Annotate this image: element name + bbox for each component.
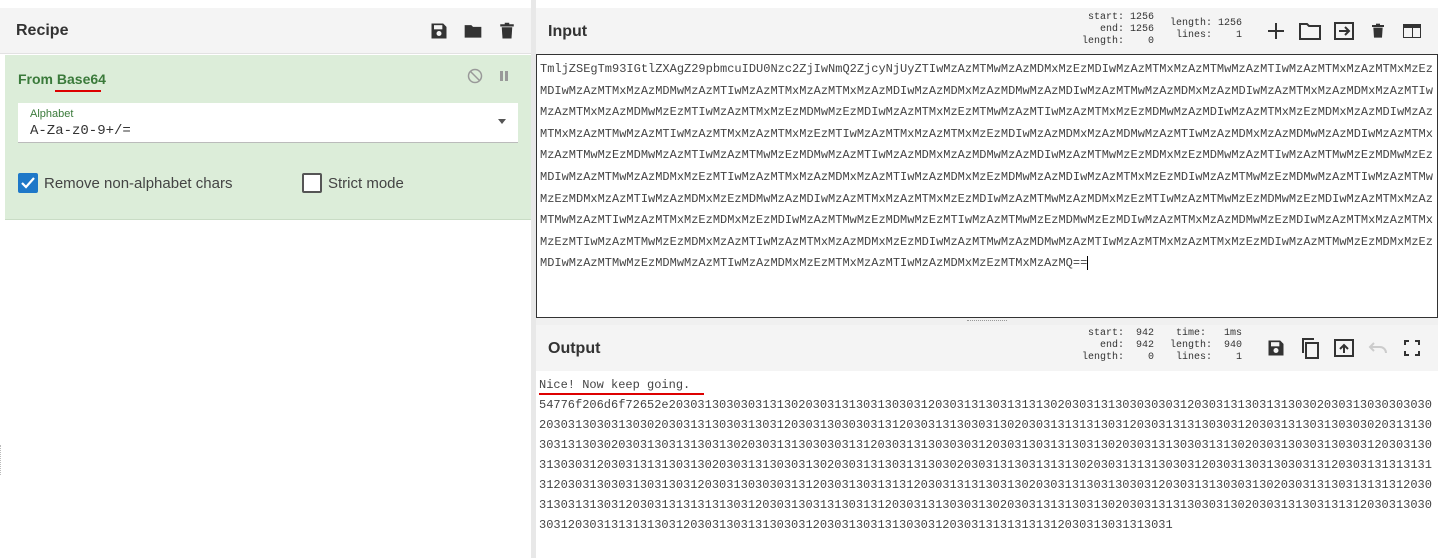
copy-output-icon[interactable] <box>1298 336 1322 360</box>
splitter-grip[interactable] <box>967 320 1007 321</box>
strict-mode-checkbox[interactable]: Strict mode <box>302 173 404 193</box>
output-length: 940 <box>1223 340 1242 351</box>
checkbox-unchecked-icon[interactable] <box>302 173 322 193</box>
stat-label: lines: <box>1175 352 1212 363</box>
output-line-hex: 54776f206d6f72652e2030313030303131302030… <box>539 398 1432 532</box>
input-lines: 1 <box>1235 30 1242 41</box>
io-panel: Input start: 1256 end: 1256 length: 0 le… <box>536 0 1438 558</box>
annotation-underline <box>539 393 704 395</box>
input-title: Input <box>548 23 588 40</box>
stat-label: end: <box>1099 340 1124 351</box>
input-text: TmljZSEgTm93IGtlZXAgZ29pbmcuIDU0Nzc2ZjIw… <box>540 62 1433 271</box>
stat-label: length: <box>1081 352 1124 363</box>
input-start: 1256 <box>1129 12 1154 23</box>
stat-label: length: <box>1169 340 1212 351</box>
strict-mode-label: Strict mode <box>328 174 404 192</box>
load-recipe-folder-icon[interactable] <box>462 20 484 42</box>
chevron-down-icon <box>498 119 506 124</box>
output-toolbar <box>1264 336 1424 360</box>
replace-input-icon[interactable] <box>1332 336 1356 360</box>
recipe-header: Recipe <box>0 8 531 54</box>
input-selection-stats: start: 1256 end: 1256 length: 0 <box>1081 12 1154 48</box>
disable-operation-icon[interactable] <box>467 68 483 89</box>
recipe-header-icons <box>428 20 518 42</box>
stat-label: time: <box>1175 328 1206 339</box>
resize-grip[interactable] <box>0 445 4 475</box>
input-header: Input start: 1256 end: 1256 length: 0 le… <box>536 8 1438 54</box>
clear-recipe-trash-icon[interactable] <box>496 20 518 42</box>
undo-icon <box>1366 336 1390 360</box>
stat-label: lines: <box>1175 30 1212 41</box>
output-line-decoded: Nice! Now keep going. <box>539 378 691 392</box>
add-tab-plus-icon[interactable] <box>1264 19 1288 43</box>
output-selection-stats: start: 942 end: 942 length: 0 <box>1081 328 1154 364</box>
alphabet-select[interactable]: Alphabet A-Za-z0-9+/= <box>18 103 518 143</box>
open-file-icon[interactable] <box>1332 19 1356 43</box>
clear-input-trash-icon[interactable] <box>1366 19 1390 43</box>
open-folder-icon[interactable] <box>1298 19 1322 43</box>
output-start: 942 <box>1135 328 1154 339</box>
text-cursor <box>1087 256 1089 271</box>
alphabet-label: Alphabet <box>30 108 74 120</box>
from-base64-operation: From Base64 Alphabet A-Za-z0-9+/= Remove… <box>5 55 531 220</box>
operation-title: From Base64 <box>18 71 106 87</box>
recipe-panel: Recipe From Base64 Alphabet A-Za-z0-9+/=… <box>0 0 531 558</box>
input-end: 1256 <box>1129 24 1154 35</box>
operation-controls <box>467 68 511 89</box>
output-length-stats: time: 1ms length: 940 lines: 1 <box>1168 328 1242 364</box>
maximise-icon[interactable] <box>1400 336 1424 360</box>
stat-label: length: <box>1081 36 1124 47</box>
stat-label: end: <box>1099 24 1124 35</box>
output-header: Output start: 942 end: 942 length: 0 tim… <box>536 325 1438 371</box>
output-text-area[interactable]: Nice! Now keep going. 54776f206d6f72652e… <box>536 371 1438 558</box>
output-end: 942 <box>1135 340 1154 351</box>
input-toolbar <box>1264 19 1424 43</box>
input-selection-length: 0 <box>1147 36 1154 47</box>
output-title: Output <box>548 340 601 357</box>
pause-breakpoint-icon[interactable] <box>497 68 511 89</box>
recipe-title: Recipe <box>16 22 69 39</box>
input-length: 1256 <box>1217 18 1242 29</box>
output-time: 1ms <box>1223 328 1242 339</box>
save-output-icon[interactable] <box>1264 336 1288 360</box>
save-recipe-icon[interactable] <box>428 20 450 42</box>
io-splitter[interactable] <box>536 318 1438 325</box>
output-lines: 1 <box>1235 352 1242 363</box>
stat-label: start: <box>1087 328 1124 339</box>
stat-label: start: <box>1087 12 1124 23</box>
output-selection-length: 0 <box>1147 352 1154 363</box>
alphabet-value: A-Za-z0-9+/= <box>30 123 131 139</box>
input-length-stats: length: 1256 lines: 1 <box>1168 18 1242 42</box>
annotation-underline <box>55 90 101 92</box>
remove-non-alphabet-checkbox[interactable]: Remove non-alphabet chars <box>18 173 232 193</box>
remove-non-alphabet-label: Remove non-alphabet chars <box>44 174 233 192</box>
checkbox-checked-icon[interactable] <box>18 173 38 193</box>
input-textarea[interactable]: TmljZSEgTm93IGtlZXAgZ29pbmcuIDU0Nzc2ZjIw… <box>536 54 1438 318</box>
stat-label: length: <box>1169 18 1212 29</box>
layout-icon[interactable] <box>1400 19 1424 43</box>
